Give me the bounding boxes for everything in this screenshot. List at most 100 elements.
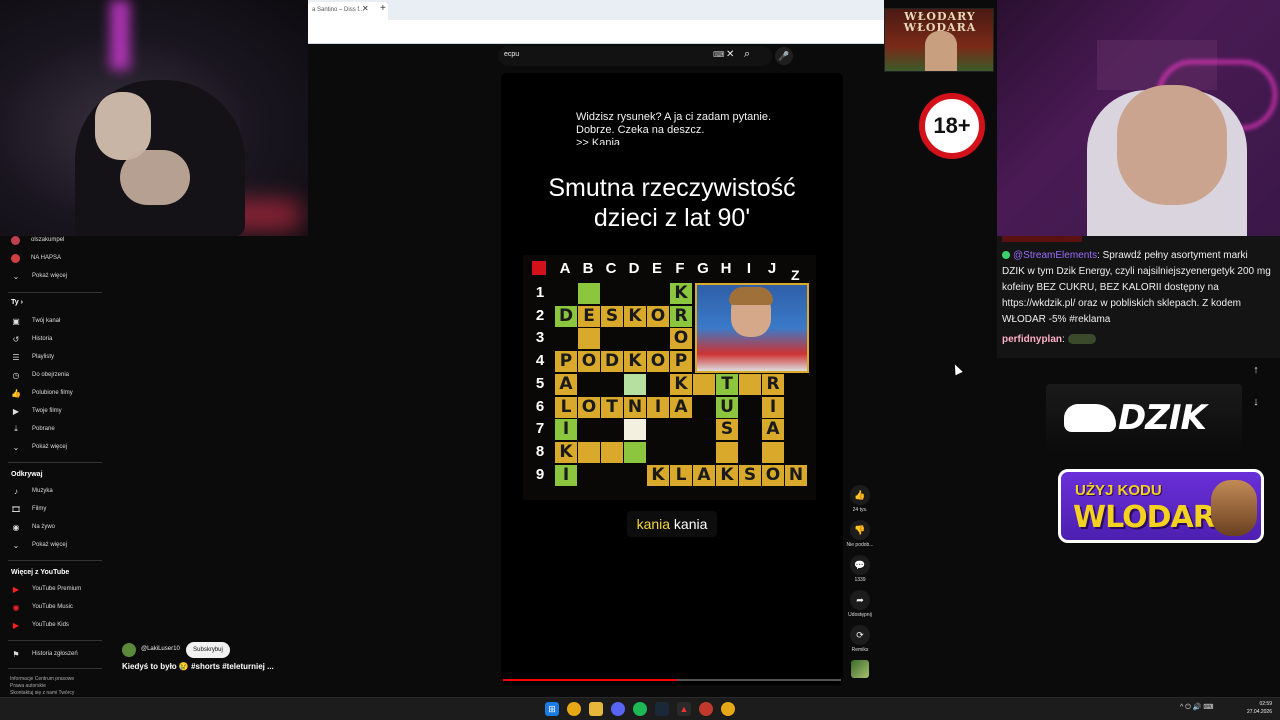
crossword-cell: K — [555, 442, 577, 463]
sidebar-item-playlists[interactable]: ☰ Playlisty — [0, 350, 104, 364]
sidebar-item-label: Twój kanał — [32, 318, 61, 324]
contestant-photo — [695, 283, 809, 373]
folder-icon[interactable] — [589, 702, 603, 716]
chrome-icon[interactable] — [721, 702, 735, 716]
sound-thumbnail[interactable] — [851, 660, 869, 678]
video-icon: ▶ — [12, 406, 20, 416]
sidebar-item-youtube-premium[interactable]: ▶ YouTube Premium — [0, 582, 104, 596]
sidebar-item-label: Pokaż więcej — [32, 542, 68, 548]
sidebar-item-movies[interactable]: 🎞 Filmy — [0, 502, 104, 516]
system-tray[interactable]: ^ ⏻ 🔊 ⌨ — [1180, 703, 1213, 712]
windows-start-icon[interactable]: ⊞ — [545, 702, 559, 716]
crossword-cell: A — [555, 374, 577, 395]
browser-tab[interactable]: a Santino – Diss f... — [308, 2, 388, 20]
progress-bar[interactable] — [503, 679, 841, 681]
remix-button[interactable]: ⟳ Remiks — [846, 625, 874, 653]
chrome-icon[interactable] — [567, 702, 581, 716]
subscribe-button[interactable]: Subskrybuj — [186, 642, 230, 658]
search-icon[interactable]: ⌕ — [744, 48, 750, 61]
scroll-down-arrow-icon[interactable]: ↓ — [1245, 391, 1267, 413]
boar-icon — [1064, 404, 1116, 432]
row-label: 6 — [535, 398, 545, 415]
mascot-figure — [1211, 480, 1257, 536]
sidebar-item-history[interactable]: ↺ Historia — [0, 332, 104, 346]
channel-avatar — [11, 235, 20, 245]
sidebar-item-subscription[interactable]: NA HAPSA — [0, 251, 104, 265]
system-clock[interactable]: 02:59 27.04.2026 — [1238, 700, 1272, 716]
column-label: G — [697, 260, 709, 277]
crossword-cell — [624, 419, 646, 440]
search-bar[interactable]: ecpu ⌨ ✕ ⌕ — [498, 46, 772, 66]
crossword-cell — [578, 442, 600, 463]
sidebar-item-youtube-kids[interactable]: ▶ YouTube Kids — [0, 618, 104, 632]
sidebar-item-report-history[interactable]: ⚑ Historia zgłoszeń — [0, 647, 104, 661]
footer-links[interactable]: Prawa autorskie — [10, 683, 100, 690]
sidebar-item-live[interactable]: ◉ Na żywo — [0, 520, 104, 534]
footer-links[interactable]: Skontaktuj się z nami Twórcy — [10, 690, 100, 697]
divider — [8, 668, 102, 669]
crossword-cell — [578, 328, 600, 349]
channel-icon: ▣ — [12, 316, 20, 326]
chat-message: @StreamElements: Sprawdź pełny asortymen… — [1002, 248, 1272, 328]
spotify-icon[interactable] — [633, 702, 647, 716]
sidebar-item-show-more[interactable]: ⌄ Pokaż więcej — [0, 269, 104, 283]
chevron-down-icon: ⌄ — [12, 271, 20, 281]
red-square-marker — [532, 261, 546, 275]
tab-close-icon[interactable]: ✕ — [362, 4, 369, 13]
channel-avatar[interactable] — [122, 643, 136, 657]
sidebar-item-label: Playlisty — [32, 354, 55, 360]
scroll-up-arrow-icon[interactable]: ↑ — [1245, 359, 1267, 381]
subtitle-caption: kania kania — [627, 511, 717, 537]
clear-search-icon[interactable]: ✕ — [726, 49, 734, 60]
sidebar-item-show-more[interactable]: ⌄ Pokaż więcej — [0, 538, 104, 552]
row-label: 1 — [535, 284, 545, 301]
crossword-board: A B C D E F G H I J Z 1 2 3 4 5 6 7 8 9 … — [523, 255, 816, 500]
new-tab-button[interactable]: + — [380, 3, 386, 14]
steam-icon[interactable] — [655, 702, 669, 716]
sidebar-item-subscription[interactable]: olszakumpel — [0, 233, 104, 247]
chat-username[interactable]: @StreamElements — [1013, 250, 1097, 261]
obs-icon[interactable] — [699, 702, 713, 716]
share-button[interactable]: ➦ Udostępnij — [846, 590, 874, 618]
like-icon: 👍 — [11, 388, 21, 398]
like-button[interactable]: 👍 24 tys. — [846, 485, 874, 513]
column-label: E — [651, 260, 662, 277]
channel-name[interactable]: @LakiLuser10 — [141, 646, 180, 652]
dislike-button[interactable]: 👎 Nie podob... — [846, 520, 874, 548]
history-icon: ↺ — [12, 334, 20, 344]
windows-taskbar: ⊞ ▲ ^ ⏻ 🔊 ⌨ 02:59 27.04.2026 — [0, 697, 1280, 720]
contestant-hair — [729, 287, 773, 305]
search-input[interactable]: ecpu — [504, 51, 519, 58]
sidebar-item-downloads[interactable]: ⤓ Pobrane — [0, 422, 104, 436]
sidebar-item-label: YouTube Premium — [32, 586, 82, 592]
app-icon[interactable]: ▲ — [677, 702, 691, 716]
chat-text: : — [1062, 334, 1065, 345]
streamer-hand — [120, 150, 190, 205]
section-heading: Ty — [11, 299, 19, 306]
sidebar-item-youtube-music[interactable]: ◉ YouTube Music — [0, 600, 104, 614]
sidebar-section-you[interactable]: Ty › — [11, 299, 23, 306]
sidebar-item-music[interactable]: ♪ Muzyka — [0, 484, 104, 498]
chat-username[interactable]: perfidnyplan — [1002, 334, 1062, 345]
video-title[interactable]: Kiedyś to było 😢 #shorts #teleturniej ..… — [122, 662, 274, 671]
dzik-logo: DZIK — [1046, 384, 1242, 452]
caption-text: kania — [670, 516, 708, 532]
voice-search-button[interactable]: 🎤 — [775, 47, 793, 65]
crossword-cell: I — [555, 419, 577, 440]
discord-icon[interactable] — [611, 702, 625, 716]
crossword-cell — [578, 283, 600, 304]
comments-button[interactable]: 💬 1339 — [846, 555, 874, 583]
footer-links[interactable]: Informacje Centrum prasowe — [10, 676, 100, 683]
dialog-line: Widzisz rysunek? A ja ci zadam pytanie. — [576, 111, 772, 123]
sidebar-item-watch-later[interactable]: ◷ Do obejrzenia — [0, 368, 104, 382]
crossword-cell: O — [762, 465, 784, 486]
sidebar-item-liked-videos[interactable]: 👍 Polubione filmy — [0, 386, 104, 400]
row-label: 4 — [535, 352, 545, 369]
crossword-cell: A — [762, 419, 784, 440]
keyboard-icon[interactable]: ⌨ — [713, 50, 725, 59]
sidebar-item-show-more[interactable]: ⌄ Pokaż więcej — [0, 440, 104, 454]
streamer-face — [1117, 85, 1227, 205]
sidebar-item-your-channel[interactable]: ▣ Twój kanał — [0, 314, 104, 328]
music-icon: ♪ — [14, 486, 18, 496]
sidebar-item-your-videos[interactable]: ▶ Twoje filmy — [0, 404, 104, 418]
